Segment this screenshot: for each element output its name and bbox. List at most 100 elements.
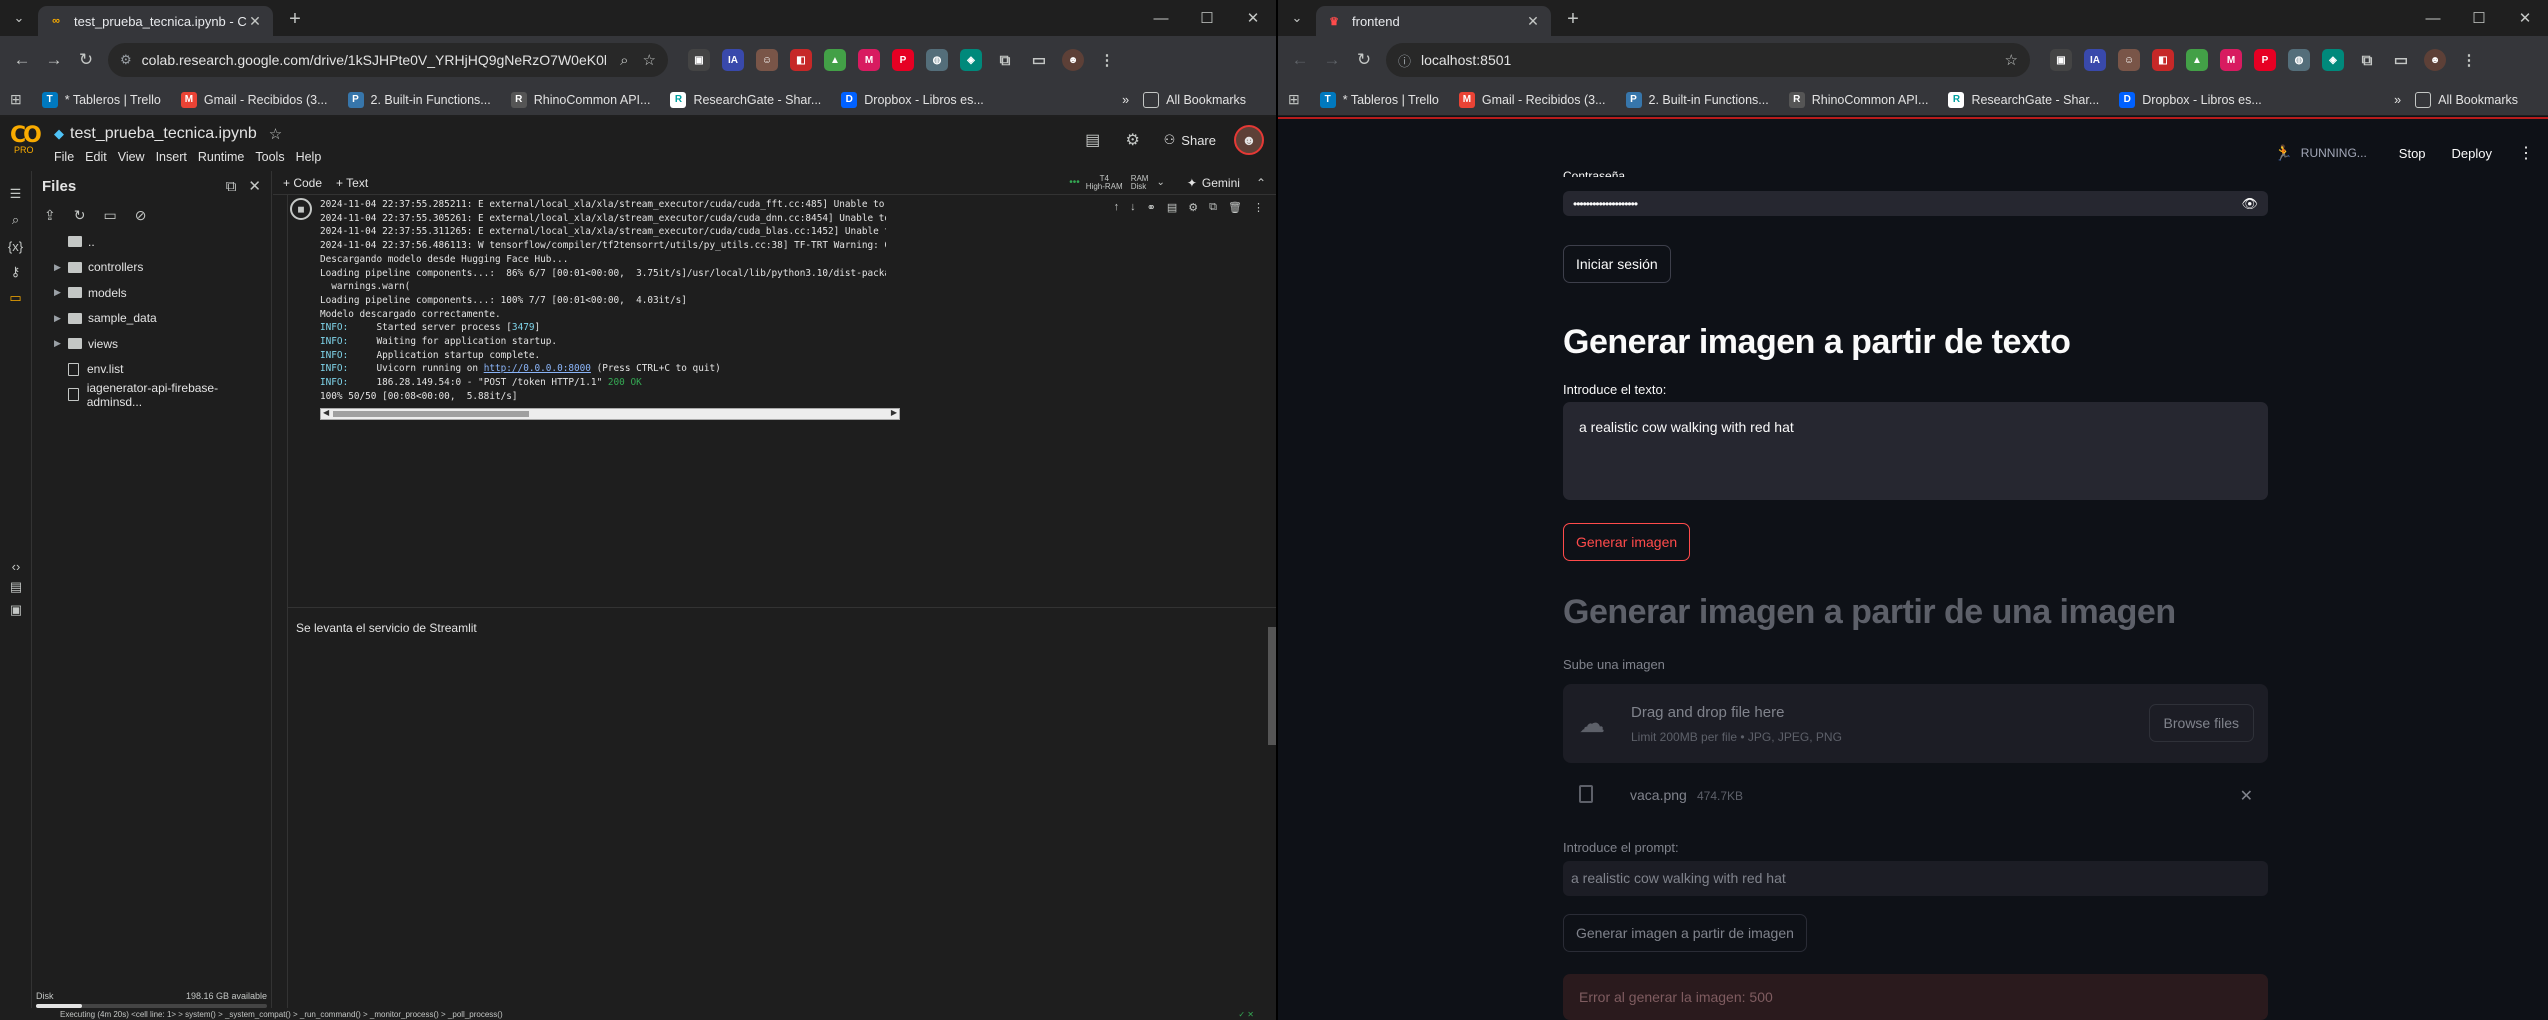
code-cell[interactable]: ◼ ↑ ↓ ⚭ ▤ ⚙ ⧉ 🗑 ⋮ 2024-11-04 22:37:55.28… [287, 195, 1276, 1020]
profile-avatar-icon[interactable]: ☻ [1062, 49, 1084, 71]
reload-icon[interactable]: ↻ [70, 44, 102, 76]
mount-drive-icon[interactable]: ▭ [103, 207, 116, 224]
avatar[interactable]: ☻ [1234, 125, 1264, 155]
extension-icon[interactable]: ◧ [2152, 49, 2174, 71]
move-down-icon[interactable]: ↓ [1130, 201, 1136, 214]
mirror-cell-icon[interactable]: ⧉ [1209, 201, 1217, 214]
sidebar-icon[interactable]: ▭ [1028, 49, 1050, 71]
bookmark-item[interactable]: T * Tableros | Trello [1319, 91, 1439, 108]
extension-icon[interactable]: ▣ [2050, 49, 2072, 71]
generate-image-button[interactable]: Generar imagen [1563, 523, 1691, 561]
sidebar-icon[interactable]: ▭ [2390, 49, 2412, 71]
upload-file-icon[interactable]: ⇪ [44, 207, 56, 224]
settings-gear-icon[interactable]: ⚙ [1118, 130, 1148, 150]
all-bookmarks[interactable]: All Bookmarks [1143, 91, 1246, 108]
refresh-icon[interactable]: ↻ [74, 207, 86, 224]
open-in-tab-icon[interactable]: ⧉ [226, 178, 237, 195]
text-prompt-textarea[interactable]: a realistic cow walking with red hat [1563, 402, 2268, 500]
bookmark-item[interactable]: M Gmail - Recibidos (3... [1458, 91, 1606, 108]
extension-icon[interactable]: ▲ [824, 49, 846, 71]
comments-icon[interactable]: ▤ [1078, 130, 1108, 150]
menu-item[interactable]: File [54, 150, 74, 164]
all-bookmarks[interactable]: All Bookmarks [2415, 91, 2518, 108]
output-horizontal-scrollbar[interactable]: ◀ ▶ [320, 408, 900, 420]
delete-icon[interactable]: 🗑 [1228, 201, 1242, 214]
generate-from-image-button[interactable]: Generar imagen a partir de imagen [1563, 914, 1807, 952]
bookmark-star-icon[interactable]: ☆ [2005, 51, 2018, 69]
menu-kebab-icon[interactable]: ⋮ [2458, 49, 2480, 71]
profile-avatar-icon[interactable]: ☻ [2424, 49, 2446, 71]
bookmark-item[interactable]: P 2. Built-in Functions... [1625, 91, 1769, 108]
extension-icon[interactable]: ◈ [960, 49, 982, 71]
prompt-input[interactable]: a realistic cow walking with red hat [1563, 861, 2268, 896]
tab-search-icon[interactable]: ⌄ [6, 5, 32, 31]
runtime-status[interactable]: ••• T4 High-RAM RAM Disk ⌄ [1069, 174, 1165, 191]
expand-arrow-icon[interactable]: ▶ [54, 338, 68, 349]
extension-icon[interactable]: IA [722, 49, 744, 71]
file-tree-item[interactable]: ▶ views [32, 331, 271, 357]
server-link[interactable]: http://0.0.0.0:8000 [484, 363, 591, 374]
hide-files-icon[interactable]: ⊘ [135, 207, 147, 224]
apps-grid-icon[interactable]: ⊞ [1288, 91, 1300, 108]
scroll-right-icon[interactable]: ▶ [891, 408, 897, 417]
extension-icon[interactable]: ◧ [790, 49, 812, 71]
new-tab-icon[interactable]: + [1559, 5, 1587, 33]
secrets-key-icon[interactable]: ⚷ [11, 261, 21, 283]
back-icon[interactable]: ← [1284, 44, 1316, 76]
more-icon[interactable]: ⋮ [1253, 201, 1264, 214]
maximize-icon[interactable]: ☐ [1184, 0, 1230, 36]
new-tab-icon[interactable]: + [281, 5, 309, 33]
bookmark-item[interactable]: R RhinoCommon API... [1788, 91, 1928, 108]
minimize-icon[interactable]: — [2410, 0, 2456, 36]
menu-item[interactable]: Tools [255, 150, 284, 164]
bookmark-item[interactable]: R ResearchGate - Shar... [670, 91, 821, 108]
bookmark-item[interactable]: R ResearchGate - Shar... [1948, 91, 2099, 108]
bookmark-item[interactable]: P 2. Built-in Functions... [347, 91, 491, 108]
password-input[interactable]: •••••••••••••••••••• 👁 [1563, 191, 2268, 216]
expand-arrow-icon[interactable]: ▶ [54, 262, 68, 273]
variables-icon[interactable]: {x} [8, 235, 23, 257]
file-tree-item[interactable]: env.list [32, 357, 271, 383]
remove-file-icon[interactable]: ✕ [2240, 786, 2253, 806]
maximize-icon[interactable]: ☐ [2456, 0, 2502, 36]
file-dropzone[interactable]: ☁ Drag and drop file here Limit 200MB pe… [1563, 684, 2268, 763]
move-up-icon[interactable]: ↑ [1114, 201, 1120, 214]
files-folder-icon[interactable]: ▭ [9, 287, 21, 309]
bookmark-item[interactable]: D Dropbox - Libros es... [841, 91, 984, 108]
show-password-eye-icon[interactable]: 👁 [2241, 196, 2258, 212]
file-tree-item[interactable]: ▶ sample_data [32, 306, 271, 332]
command-palette-icon[interactable]: ▤ [0, 576, 32, 598]
stop-execution-icon[interactable]: ◼ [290, 198, 312, 220]
extension-icon[interactable]: ☺ [2118, 49, 2140, 71]
extension-icon[interactable]: M [2220, 49, 2242, 71]
tab-search-icon[interactable]: ⌄ [1284, 5, 1310, 31]
colab-logo[interactable]: CO PRO [10, 123, 46, 163]
close-status-icon[interactable]: ✓ ✕ [1238, 1010, 1254, 1019]
menu-item[interactable]: Runtime [198, 150, 245, 164]
text-cell[interactable]: Se levanta el servicio de Streamlit [296, 621, 477, 635]
menu-item[interactable]: Edit [85, 150, 107, 164]
link-icon[interactable]: ⚭ [1147, 201, 1156, 214]
pinterest-icon[interactable]: P [892, 49, 914, 71]
extensions-puzzle-icon[interactable]: ⧉ [994, 49, 1016, 71]
notebook-scrollbar[interactable] [1268, 627, 1276, 745]
file-tree-item[interactable]: ▶ models [32, 280, 271, 306]
gemini-button[interactable]: ✦ Gemini [1187, 176, 1240, 190]
main-menu-icon[interactable]: ⋮ [2518, 143, 2534, 163]
close-panel-icon[interactable]: ✕ [248, 177, 261, 195]
menu-item[interactable]: Help [296, 150, 322, 164]
share-button[interactable]: ⚇ Share [1164, 132, 1216, 148]
extension-icon[interactable]: ◍ [926, 49, 948, 71]
menu-item[interactable]: View [118, 150, 145, 164]
expand-arrow-icon[interactable]: ▶ [54, 287, 68, 298]
login-button[interactable]: Iniciar sesión [1563, 245, 1671, 283]
collapse-icon[interactable]: ⌃ [1256, 176, 1266, 190]
file-tree-item[interactable]: .. [32, 229, 271, 255]
close-window-icon[interactable]: ✕ [1230, 0, 1276, 36]
bookmark-star-icon[interactable]: ☆ [643, 51, 656, 69]
extension-icon[interactable]: IA [2084, 49, 2106, 71]
browse-files-button[interactable]: Browse files [2148, 704, 2254, 742]
bookmark-item[interactable]: R RhinoCommon API... [510, 91, 650, 108]
minimize-icon[interactable]: — [1138, 0, 1184, 36]
star-icon[interactable]: ☆ [269, 125, 282, 143]
